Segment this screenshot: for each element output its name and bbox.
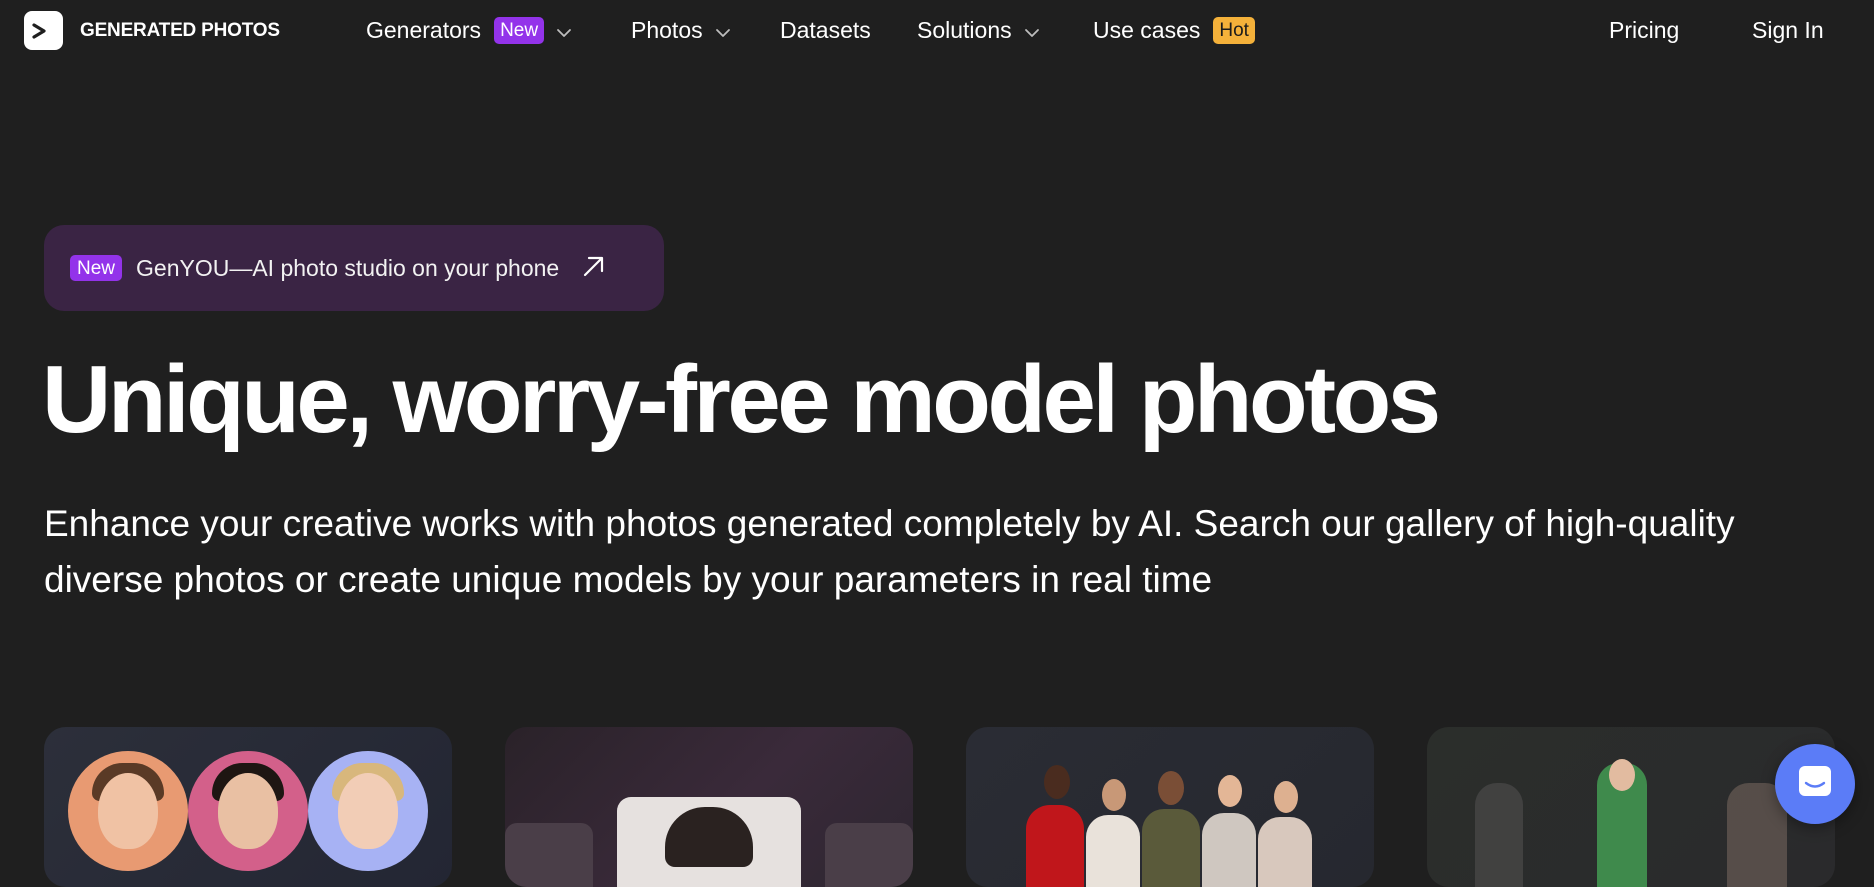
hot-badge: Hot (1213, 16, 1255, 44)
face-photo-girl (308, 751, 428, 871)
nav-solutions-label: Solutions (917, 16, 1012, 43)
announcement-text: GenYOU—AI photo studio on your phone (136, 254, 560, 281)
chat-icon (1795, 762, 1835, 807)
human-generator-card[interactable] (1427, 727, 1835, 887)
chevron-down-icon (556, 17, 572, 44)
nav-generators-label: Generators (366, 16, 482, 43)
group-of-models-photo (1026, 765, 1326, 887)
face-photo-boy (68, 751, 188, 871)
new-badge: New (494, 16, 545, 44)
chat-launcher-button[interactable] (1775, 744, 1855, 824)
genyou-announcement[interactable]: New GenYOU—AI photo studio on your phone (44, 225, 664, 311)
nav-solutions[interactable]: Solutions (917, 13, 1040, 47)
chevron-down-icon (1024, 17, 1040, 44)
nav-use-cases[interactable]: Use cases Hot (1093, 13, 1255, 47)
face-photo-woman (188, 751, 308, 871)
side-photo-right (825, 823, 913, 887)
chevron-down-icon (715, 17, 731, 44)
nav-photos[interactable]: Photos (631, 13, 731, 47)
face-swap-card[interactable] (505, 727, 913, 887)
logo-icon (24, 11, 63, 50)
pricing-link[interactable]: Pricing (1609, 13, 1679, 47)
nav-use-cases-label: Use cases (1093, 16, 1201, 43)
arrow-up-right-icon (581, 253, 607, 284)
sign-in-link[interactable]: Sign In (1752, 13, 1824, 47)
full-body-generator-card[interactable] (966, 727, 1374, 887)
nav-photos-label: Photos (631, 16, 703, 43)
page-title: Unique, worry-free model photos (42, 346, 1441, 453)
new-badge: New (70, 255, 123, 281)
model-green-top (1597, 759, 1647, 887)
side-photo-left (505, 823, 593, 887)
logo-link[interactable]: GENERATED PHOTOS (24, 11, 280, 50)
faded-model-left (1475, 783, 1523, 887)
brand-name: GENERATED PHOTOS (80, 19, 280, 41)
portrait-photo-man (617, 797, 801, 887)
nav-datasets-label: Datasets (780, 16, 871, 43)
face-generator-card[interactable] (44, 727, 452, 887)
hero-subtitle: Enhance your creative works with photos … (44, 503, 1735, 600)
nav-datasets[interactable]: Datasets (780, 13, 871, 47)
nav-generators[interactable]: Generators New (366, 13, 572, 47)
site-header: GENERATED PHOTOS Generators New Photos D… (0, 0, 1874, 60)
